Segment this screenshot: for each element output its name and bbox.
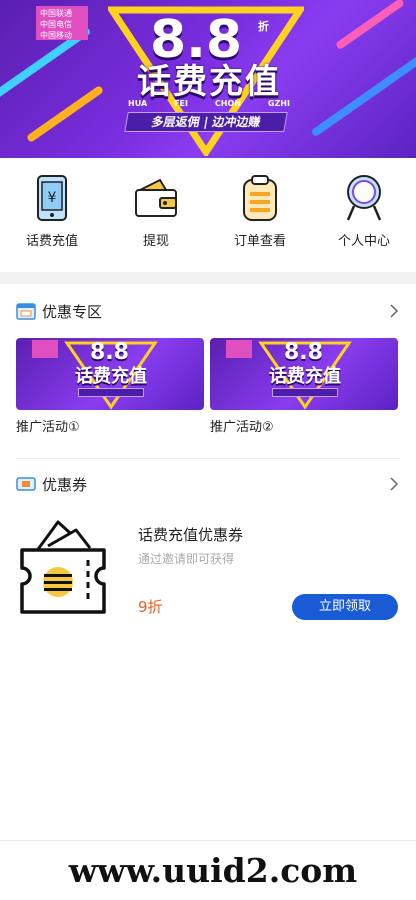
nav-item-orders[interactable]: 订单查看	[208, 164, 312, 264]
svg-text:¥: ¥	[48, 190, 57, 206]
chevron-right-icon[interactable]	[388, 477, 400, 491]
calendar-ticket-icon	[16, 303, 36, 320]
promo-title: 话费充值	[75, 366, 147, 387]
coupon-ticket-icon	[20, 520, 106, 614]
nav-label: 个人中心	[337, 234, 390, 249]
carrier-badge: 中国联通 中国电信 中国移动	[36, 6, 88, 40]
promo-section-header[interactable]: 优惠专区	[16, 299, 400, 323]
hero-banner[interactable]: 中国联通 中国电信 中国移动 8.8 折 话费充值 HUA FEI CHON GZH…	[0, 0, 416, 158]
nav-label: 话费充值	[25, 234, 78, 249]
ticket-icon	[16, 477, 36, 491]
divider	[16, 458, 400, 459]
coupon-section-header[interactable]: 优惠券	[16, 472, 400, 496]
banner-pinyin: HUA FEI CHON GZHI	[128, 99, 290, 108]
coupon-subtitle: 通过邀请即可获得	[138, 552, 235, 566]
wallet-icon	[135, 178, 177, 217]
carrier-badge	[32, 340, 58, 358]
nav-item-recharge[interactable]: ¥ 话费充值	[0, 164, 104, 264]
nav-label: 提现	[142, 234, 169, 249]
coupon-title: 话费充值优惠券	[138, 526, 244, 544]
nav-label: 订单查看	[233, 234, 286, 249]
decor-stripe	[310, 50, 416, 138]
clipboard-icon	[243, 175, 277, 221]
phone-yuan-icon: ¥	[37, 175, 67, 221]
promo-title: 话费充值	[269, 366, 341, 387]
tabbar-divider	[0, 840, 416, 841]
section-title: 优惠专区	[42, 302, 103, 321]
claim-coupon-button[interactable]: 立即领取	[292, 594, 398, 620]
promo-label[interactable]: 推广活动①	[16, 416, 80, 435]
banner-title: 话费充值	[137, 62, 281, 102]
banner-discount-unit: 折	[258, 20, 269, 33]
nav-item-profile[interactable]: 个人中心	[312, 164, 416, 264]
chevron-right-icon[interactable]	[388, 304, 400, 318]
promo-card-1[interactable]: 8.8 话费充值	[16, 338, 204, 410]
user-icon	[346, 175, 382, 221]
promo-card-2[interactable]: 8.8 话费充值	[210, 338, 398, 410]
quick-nav: ¥ 话费充值 提现 订单查看 个人中心	[0, 164, 416, 264]
promo-label[interactable]: 推广活动②	[210, 416, 274, 435]
watermark: www.uuid2.com	[28, 848, 398, 894]
decor-stripe	[334, 0, 406, 51]
nav-item-withdraw[interactable]: 提现	[104, 164, 208, 264]
carrier-badge	[226, 340, 252, 358]
promo-slogan-bar	[272, 388, 338, 397]
section-separator	[0, 272, 416, 284]
section-title: 优惠券	[42, 475, 88, 494]
decor-stripe	[25, 84, 105, 144]
banner-slogan: 多层返佣 | 边冲边赚	[124, 112, 288, 132]
coupon-price: 9折	[138, 598, 163, 616]
promo-slogan-bar	[78, 388, 144, 397]
